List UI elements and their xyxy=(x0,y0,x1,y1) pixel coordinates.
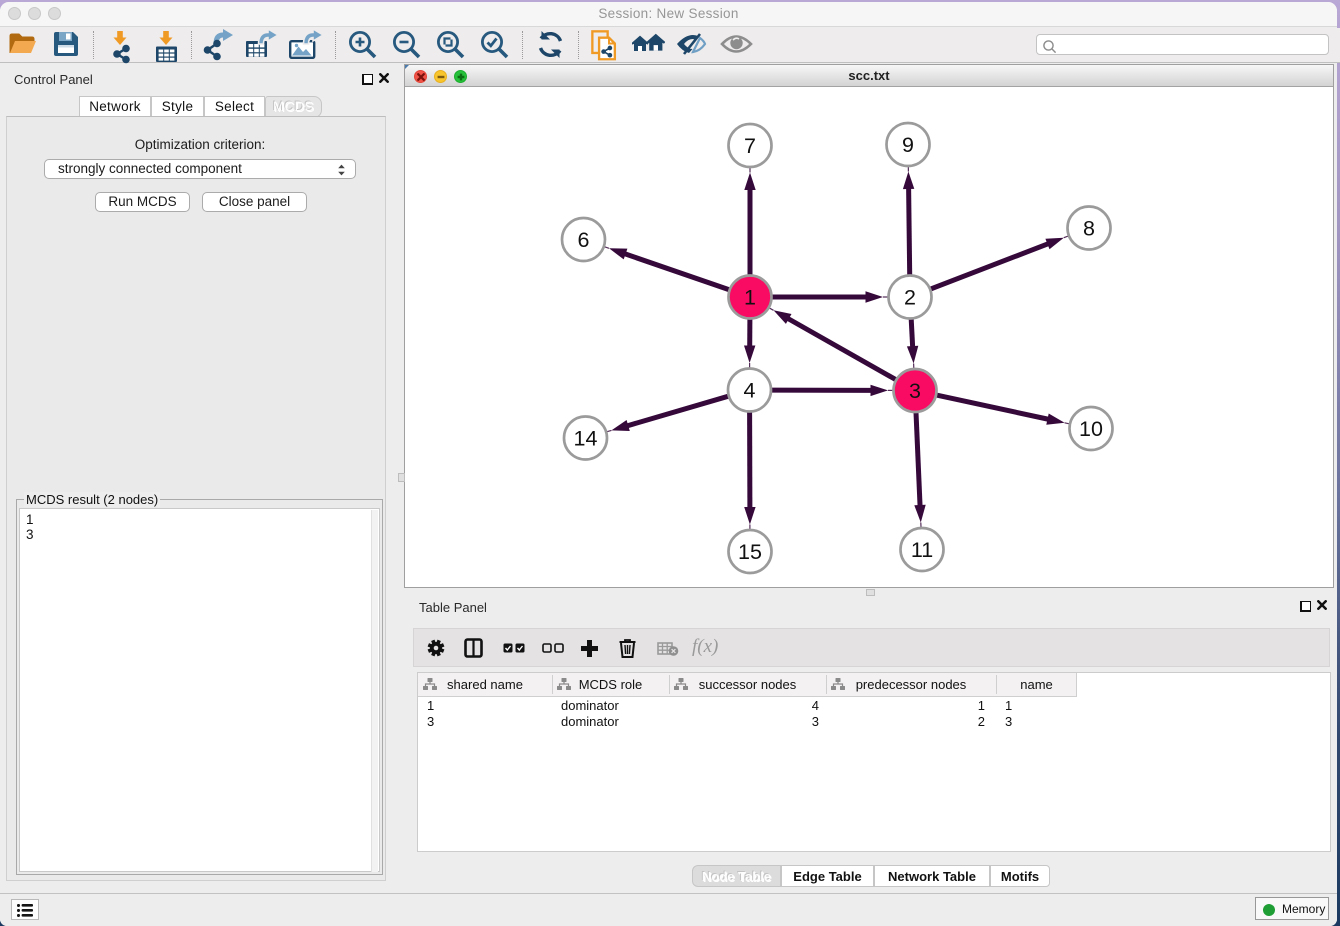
svg-text:8: 8 xyxy=(1083,217,1095,241)
svg-text:11: 11 xyxy=(911,538,933,562)
svg-text:9: 9 xyxy=(902,133,914,157)
svg-text:2: 2 xyxy=(904,286,916,310)
svg-text:15: 15 xyxy=(738,540,762,564)
svg-text:7: 7 xyxy=(744,134,756,158)
svg-text:10: 10 xyxy=(1079,417,1103,441)
svg-text:3: 3 xyxy=(909,379,921,403)
svg-text:14: 14 xyxy=(574,427,598,451)
svg-text:1: 1 xyxy=(744,286,756,310)
svg-text:6: 6 xyxy=(578,228,590,252)
svg-text:4: 4 xyxy=(744,379,756,403)
